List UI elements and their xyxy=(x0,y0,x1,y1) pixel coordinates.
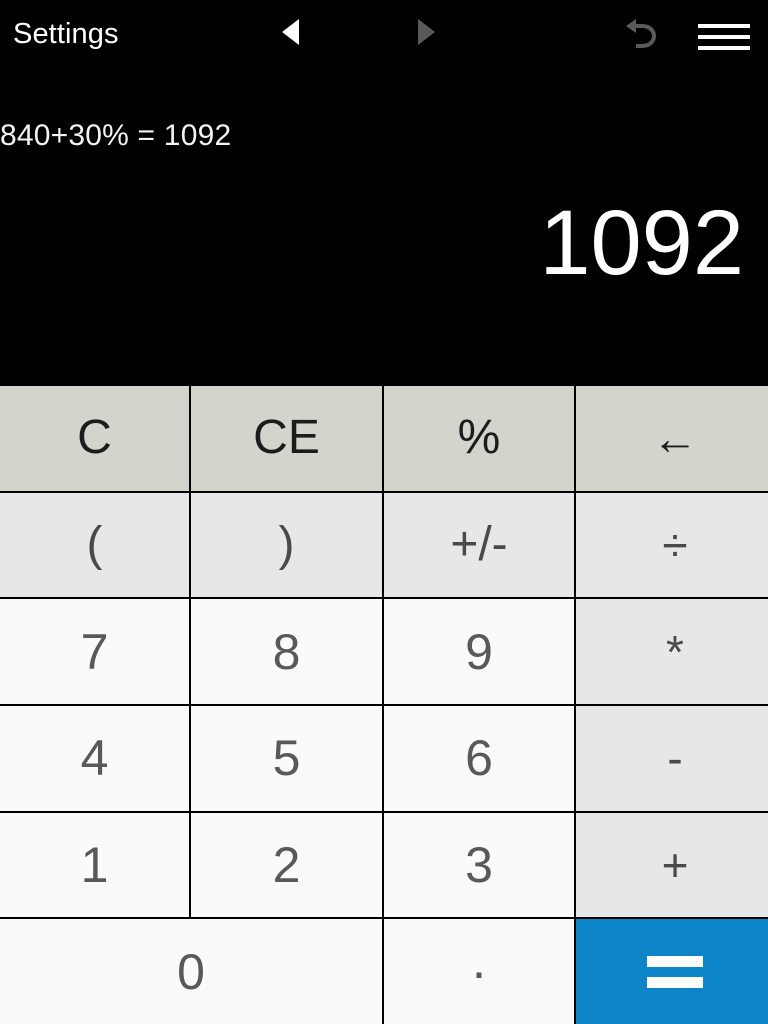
key-label: ) xyxy=(278,517,295,571)
key-0[interactable]: 0 xyxy=(0,919,382,1024)
key-5[interactable]: 5 xyxy=(191,705,382,811)
key-label: 9 xyxy=(465,623,493,680)
key-label: 6 xyxy=(465,730,493,787)
triangle-right-icon xyxy=(417,19,435,45)
display-area[interactable]: 840+30% = 1092 1092 xyxy=(0,68,768,384)
undo-button[interactable] xyxy=(618,8,666,56)
key-6[interactable]: 6 xyxy=(384,705,574,811)
key-label: 8 xyxy=(272,623,301,680)
key-clear-all[interactable]: C xyxy=(0,386,189,491)
key-label: . xyxy=(471,931,487,990)
triangle-left-icon xyxy=(281,19,299,45)
key-open-paren[interactable]: ( xyxy=(0,492,189,598)
key-decimal[interactable]: . xyxy=(384,919,574,1024)
key-label: +/- xyxy=(450,517,508,571)
key-clear-entry[interactable]: CE xyxy=(191,386,382,491)
key-label: 7 xyxy=(80,623,109,680)
key-2[interactable]: 2 xyxy=(191,812,382,918)
key-close-paren[interactable]: ) xyxy=(191,492,382,598)
expression-text: 840+30% = 1092 xyxy=(0,119,232,152)
key-percent[interactable]: % xyxy=(384,386,574,491)
keypad: C CE% ← () +/- ÷ 7 8 9 * 4 5 6 - 1 2 3 +0. xyxy=(0,384,768,1024)
key-4[interactable]: 4 xyxy=(0,705,189,811)
key-sign-toggle[interactable]: +/- xyxy=(384,492,574,598)
hamburger-menu-icon xyxy=(698,46,750,50)
key-add[interactable]: + xyxy=(576,812,768,918)
key-label: 5 xyxy=(272,730,301,787)
key-1[interactable]: 1 xyxy=(0,812,189,918)
key-label: C xyxy=(77,411,112,465)
key-label: 0 xyxy=(177,943,205,1000)
key-label: ÷ xyxy=(662,518,688,571)
key-label: % xyxy=(457,411,501,465)
hamburger-menu-icon xyxy=(698,35,750,39)
key-label: + xyxy=(661,838,689,891)
key-equals[interactable] xyxy=(576,919,768,1024)
key-label: 1 xyxy=(80,836,109,893)
key-label: ( xyxy=(86,517,103,571)
key-3[interactable]: 3 xyxy=(384,812,574,918)
arrow-left-icon: ← xyxy=(652,412,698,465)
key-label: * xyxy=(666,625,684,678)
hamburger-menu-icon xyxy=(698,24,750,28)
key-multiply[interactable]: * xyxy=(576,599,768,704)
key-label: 3 xyxy=(465,836,493,893)
previous-button[interactable] xyxy=(272,12,308,52)
top-bar: Settings xyxy=(0,0,768,68)
key-label: - xyxy=(667,732,683,785)
equals-icon xyxy=(647,955,703,988)
key-label: 2 xyxy=(272,836,301,893)
next-button[interactable] xyxy=(408,12,444,52)
settings-button[interactable]: Settings xyxy=(13,16,119,52)
key-subtract[interactable]: - xyxy=(576,705,768,811)
result-text: 1092 xyxy=(539,192,744,294)
key-7[interactable]: 7 xyxy=(0,599,189,704)
menu-button[interactable] xyxy=(698,12,750,58)
key-9[interactable]: 9 xyxy=(384,599,574,704)
key-label: CE xyxy=(253,411,320,465)
key-divide[interactable]: ÷ xyxy=(576,492,768,598)
key-label: 4 xyxy=(80,730,109,787)
undo-arrow-icon xyxy=(626,19,657,48)
key-backspace[interactable]: ← xyxy=(576,386,768,491)
calculator-app: Settings 840+30% = 1092 1092 C CE% ←() +/- ÷… xyxy=(0,0,768,1024)
key-8[interactable]: 8 xyxy=(191,599,382,704)
